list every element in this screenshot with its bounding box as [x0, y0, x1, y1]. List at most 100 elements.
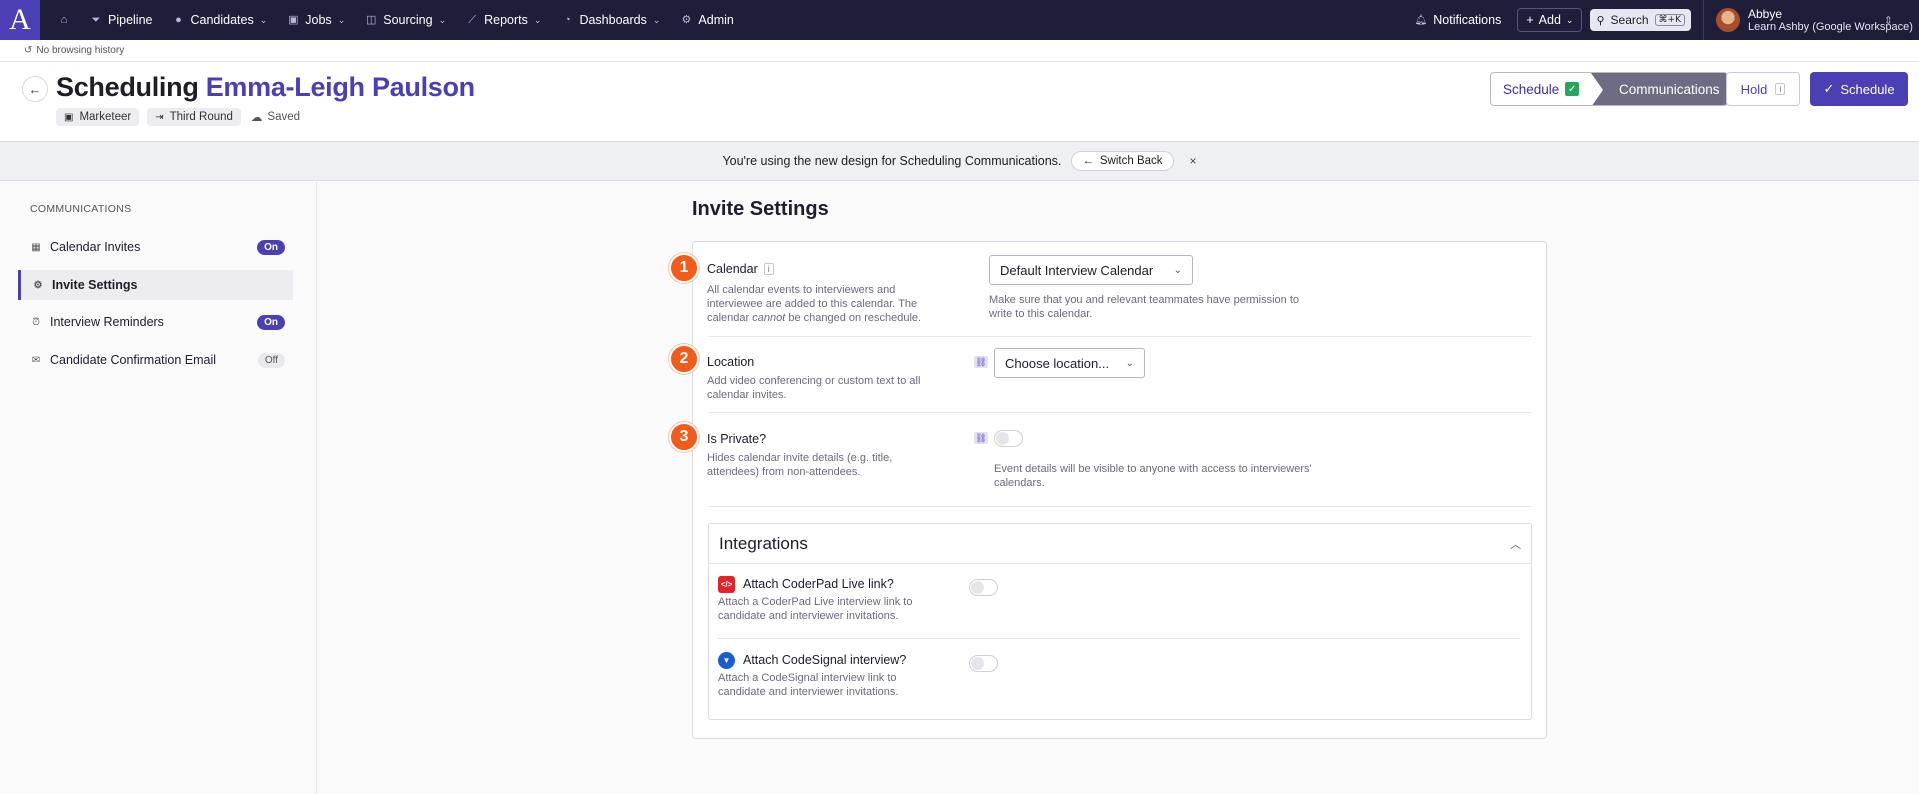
step-badge-3: 3 [669, 422, 699, 452]
header-tags: ▣ Marketeer ⇥ Third Round ☁ Saved [56, 108, 300, 126]
ashby-logo[interactable]: A [0, 0, 40, 40]
status-badge: On [257, 314, 285, 330]
communications-sidebar: COMMUNICATIONS ▦ Calendar Invites On ⚙ I… [0, 182, 317, 794]
chevron-updown-icon: ⇕ [1883, 15, 1893, 27]
nav-dashboards[interactable]: ◔ Dashboards ⌄ [551, 0, 670, 40]
gauge-icon: ◔ [564, 14, 571, 26]
location-description: Add video conferencing or custom text to… [707, 375, 921, 401]
check-icon: ✓ [1823, 81, 1835, 96]
step-badge-1: 1 [669, 253, 699, 283]
home-button[interactable]: ⌂ [48, 0, 80, 40]
sidebar-title: COMMUNICATIONS [30, 203, 132, 215]
briefcase-icon: ▣ [288, 14, 299, 26]
coderpad-toggle[interactable] [969, 579, 998, 596]
notifications-button[interactable]: 🔔︎ Notifications [1415, 13, 1502, 27]
search-shortcut: ⌘+K [1654, 14, 1685, 26]
job-tag[interactable]: ▣ Marketeer [56, 108, 140, 126]
plus-icon: + [1526, 13, 1534, 27]
schedule-button[interactable]: ✓ Schedule [1810, 72, 1908, 106]
codesignal-label: Attach CodeSignal interview? [743, 653, 907, 667]
chevron-down-icon: ⌄ [259, 14, 268, 25]
chevron-up-icon: ︿ [1510, 538, 1521, 551]
saved-status: ☁ Saved [250, 111, 301, 124]
chevron-down-icon: ⌄ [1125, 357, 1134, 369]
calendar-icon: ▦ [31, 241, 41, 253]
step-switcher: Schedule ✓ Communications [1490, 72, 1728, 106]
calendar-label: Calendar i [707, 262, 774, 276]
close-icon[interactable]: × [1190, 154, 1197, 168]
check-icon: ✓ [1565, 82, 1579, 96]
chart-line-icon: ⟋ [468, 14, 476, 26]
stage-tag[interactable]: ⇥ Third Round [147, 108, 241, 126]
chevron-down-icon: ⌄ [1173, 264, 1182, 276]
calendar-description: All calendar events to interviewers and … [707, 284, 922, 324]
avatar [1716, 8, 1740, 32]
nav-items: ⌂ ⏷ Pipeline ● Candidates ⌄ ▣ Jobs ⌄ ◫ Sourcin… [48, 0, 744, 40]
sidebar-item-interview-reminders[interactable]: ⏰︎ Interview Reminders On [18, 307, 293, 337]
nav-jobs[interactable]: ▣ Jobs ⌄ [277, 0, 355, 40]
home-icon: ⌂ [60, 14, 68, 26]
location-select[interactable]: Choose location... ⌄ [994, 348, 1145, 378]
browsing-history-bar: ↺ No browsing history [0, 40, 1919, 62]
sourcing-icon: ◫ [366, 14, 377, 26]
chevron-down-icon: ⌄ [438, 14, 447, 25]
chevron-down-icon: ⌄ [533, 14, 542, 25]
private-description: Hides calendar invite details (e.g. titl… [707, 452, 893, 478]
cloud-icon: ☁ [250, 112, 263, 124]
section-title: Invite Settings [692, 198, 829, 220]
private-label: Is Private? [707, 432, 767, 446]
nav-candidates[interactable]: ● Candidates ⌄ [162, 0, 277, 40]
briefcase-icon: ▣ [64, 111, 74, 123]
private-hint: Event details will be visible to anyone … [994, 463, 1312, 489]
integrations-header[interactable]: Integrations ︿ [709, 524, 1531, 564]
coderpad-description: Attach a CoderPad Live interview link to… [718, 596, 913, 622]
nav-pipeline[interactable]: ⏷ Pipeline [80, 0, 162, 40]
gear-icon: ⚙ [33, 279, 43, 291]
arrow-left-icon: ← [1082, 155, 1094, 167]
chevron-down-icon: ⌄ [337, 14, 346, 25]
user-menu[interactable]: Abbye Learn Ashby (Google Workspace) ⇕ [1703, 0, 1919, 40]
search-button[interactable]: ⚲ Search ⌘+K [1590, 9, 1691, 31]
envelope-icon: ✉ [31, 354, 41, 366]
coderpad-logo-icon: </> [718, 576, 735, 593]
sidebar-item-calendar-invites[interactable]: ▦ Calendar Invites On [18, 232, 293, 262]
nav-reports[interactable]: ⟋ Reports ⌄ [456, 0, 551, 40]
location-label: Location [707, 355, 755, 369]
calendar-hint: Make sure that you and relevant teammate… [989, 294, 1299, 320]
status-badge: Off [257, 352, 285, 368]
info-icon: i [1775, 83, 1786, 95]
link-icon[interactable]: ⛓ [974, 356, 988, 368]
top-nav: A ⌂ ⏷ Pipeline ● Candidates ⌄ ▣ Jobs ⌄ ◫ Sourc… [0, 0, 1919, 40]
chevron-down-icon: ⌄ [1565, 14, 1574, 25]
bell-icon: 🔔︎ [1414, 14, 1428, 26]
is-private-toggle[interactable] [994, 430, 1023, 447]
switch-back-button[interactable]: ← Switch Back [1071, 151, 1174, 171]
nav-admin[interactable]: ⚙ Admin [670, 0, 743, 40]
back-button[interactable]: ← [22, 76, 48, 102]
chevron-down-icon: ⌄ [652, 14, 661, 25]
codesignal-description: Attach a CodeSignal interview link to ca… [718, 672, 899, 698]
add-button[interactable]: + Add ⌄ [1517, 8, 1583, 32]
sidebar-item-candidate-confirmation-email[interactable]: ✉ Candidate Confirmation Email Off [18, 345, 293, 375]
codesignal-logo-icon: ▼ [718, 652, 735, 669]
gear-icon: ⚙ [681, 14, 692, 26]
sidebar-item-invite-settings[interactable]: ⚙ Invite Settings [18, 270, 293, 300]
info-icon[interactable]: i [763, 263, 774, 275]
page-header: ← Scheduling Emma-Leigh Paulson ▣ Markete… [0, 62, 1919, 141]
link-icon[interactable]: ⛓ [974, 432, 988, 444]
coderpad-label: Attach CoderPad Live link? [743, 577, 894, 591]
page-title: Scheduling Emma-Leigh Paulson [56, 72, 475, 102]
step-communications[interactable]: Communications [1591, 73, 1727, 105]
stage-arrow-icon: ⇥ [155, 111, 164, 123]
hold-button[interactable]: Hold i [1726, 72, 1800, 106]
history-icon: ↺ [24, 45, 33, 56]
new-design-banner: You're using the new design for Scheduli… [0, 141, 1919, 181]
calendar-select[interactable]: Default Interview Calendar ⌄ [989, 255, 1193, 285]
step-schedule[interactable]: Schedule ✓ [1491, 73, 1591, 105]
codesignal-toggle[interactable] [969, 655, 998, 672]
candidate-name-link[interactable]: Emma-Leigh Paulson [206, 72, 475, 102]
invite-settings-card: 1 Calendar i All calendar events to inte… [669, 241, 1547, 739]
nav-sourcing[interactable]: ◫ Sourcing ⌄ [355, 0, 456, 40]
step-badge-2: 2 [669, 344, 699, 374]
search-icon: ⚲ [1596, 14, 1605, 27]
